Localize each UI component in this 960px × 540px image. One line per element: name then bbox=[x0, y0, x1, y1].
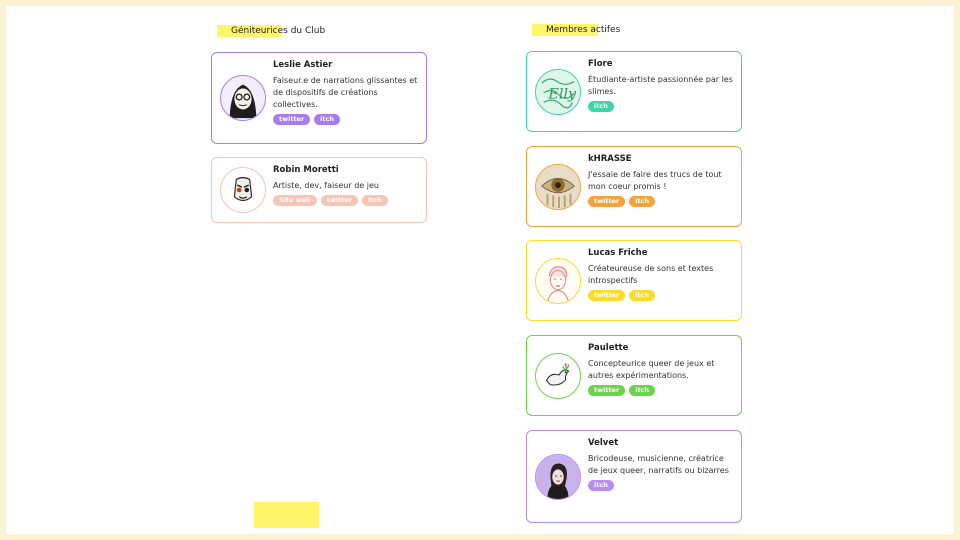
mask-robin-icon bbox=[220, 167, 266, 213]
card-info: Velvet Bricodeuse, musicienne, créatrice … bbox=[588, 438, 733, 491]
twitter-link[interactable]: twitter bbox=[588, 196, 626, 207]
founder-card: Leslie Astier Faiseur.e de narrations gli… bbox=[211, 52, 427, 144]
person-name: Leslie Astier bbox=[273, 60, 333, 70]
twitter-link[interactable]: twitter bbox=[588, 385, 626, 396]
itch-link[interactable]: itch bbox=[629, 385, 655, 396]
itch-link[interactable]: itch bbox=[629, 290, 655, 301]
person-description: Faiseur.e de narrations glissantes et de… bbox=[273, 76, 418, 109]
portrait-velvet-icon bbox=[535, 453, 581, 500]
person-name: Velvet bbox=[588, 438, 619, 448]
itch-link[interactable]: itch bbox=[588, 480, 614, 491]
portrait-lucas-icon bbox=[535, 257, 581, 304]
member-card: kHRASSE J'essaie de faire des trucs de to… bbox=[526, 146, 742, 227]
person-name: Robin Moretti bbox=[273, 165, 339, 175]
card-info: kHRASSE J'essaie de faire des trucs de to… bbox=[588, 154, 733, 207]
itch-link[interactable]: itch bbox=[314, 114, 340, 125]
itch-link[interactable]: itch bbox=[361, 195, 388, 206]
member-card: Velvet Bricodeuse, musicienne, créatrice … bbox=[526, 430, 742, 523]
person-description: Étudiante-artiste passionnée par les sli… bbox=[588, 75, 733, 96]
link-tags: twitter itch bbox=[588, 196, 733, 207]
eye-khrasse-icon bbox=[535, 163, 581, 210]
twitter-link[interactable]: twitter bbox=[588, 290, 626, 301]
svg-text:Elly: Elly bbox=[547, 86, 577, 102]
link-tags: twitter itch bbox=[273, 114, 418, 125]
members-title: Membres actifes bbox=[546, 25, 621, 35]
link-tags: twitter itch bbox=[588, 290, 733, 301]
site-web-link[interactable]: Site web bbox=[273, 195, 317, 206]
member-card: Paulette Concepteurice queer de jeux et a… bbox=[526, 335, 742, 416]
person-description: Bricodeuse, musicienne, créatrice de jeu… bbox=[588, 454, 729, 475]
card-info: Robin Moretti Artiste, dev, faiseur de je… bbox=[273, 165, 418, 206]
person-name: Lucas Friche bbox=[588, 248, 648, 258]
founders-title: Géniteurices du Club bbox=[231, 26, 326, 36]
member-card: Elly Flore Étudiante-artiste passionnée pa… bbox=[526, 51, 742, 132]
itch-link[interactable]: itch bbox=[588, 101, 614, 112]
card-info: Leslie Astier Faiseur.e de narrations gli… bbox=[273, 60, 418, 125]
link-tags: twitter itch bbox=[588, 385, 733, 396]
person-description: Créateureuse de sons et textes introspec… bbox=[588, 264, 714, 285]
person-name: Paulette bbox=[588, 343, 629, 353]
person-description: Concepteurice queer de jeux et autres ex… bbox=[588, 359, 715, 380]
card-info: Lucas Friche Créateureuse de sons et text… bbox=[588, 248, 733, 301]
person-name: kHRASSE bbox=[588, 154, 632, 164]
bird-paulette-icon bbox=[535, 352, 581, 399]
person-description: Artiste, dev, faiseur de jeu bbox=[273, 181, 379, 190]
itch-link[interactable]: itch bbox=[629, 196, 655, 207]
twitter-link[interactable]: twitter bbox=[320, 195, 358, 206]
link-tags: itch bbox=[588, 480, 733, 491]
card-info: Flore Étudiante-artiste passionnée par le… bbox=[588, 59, 733, 112]
link-tags: Site web twitter itch bbox=[273, 195, 418, 206]
link-tags: itch bbox=[588, 101, 733, 112]
member-card: Lucas Friche Créateureuse de sons et text… bbox=[526, 240, 742, 321]
person-name: Flore bbox=[588, 59, 613, 69]
decorative-highlight-block bbox=[254, 502, 319, 528]
founder-card: Robin Moretti Artiste, dev, faiseur de je… bbox=[211, 157, 427, 223]
portrait-leslie-icon bbox=[220, 75, 266, 121]
slime-flore-icon: Elly bbox=[535, 68, 581, 115]
page: Géniteurices du Club Membres actifes Les… bbox=[6, 6, 954, 534]
twitter-link[interactable]: twitter bbox=[273, 114, 311, 125]
card-info: Paulette Concepteurice queer de jeux et a… bbox=[588, 343, 733, 396]
person-description: J'essaie de faire des trucs de tout mon … bbox=[588, 170, 722, 191]
